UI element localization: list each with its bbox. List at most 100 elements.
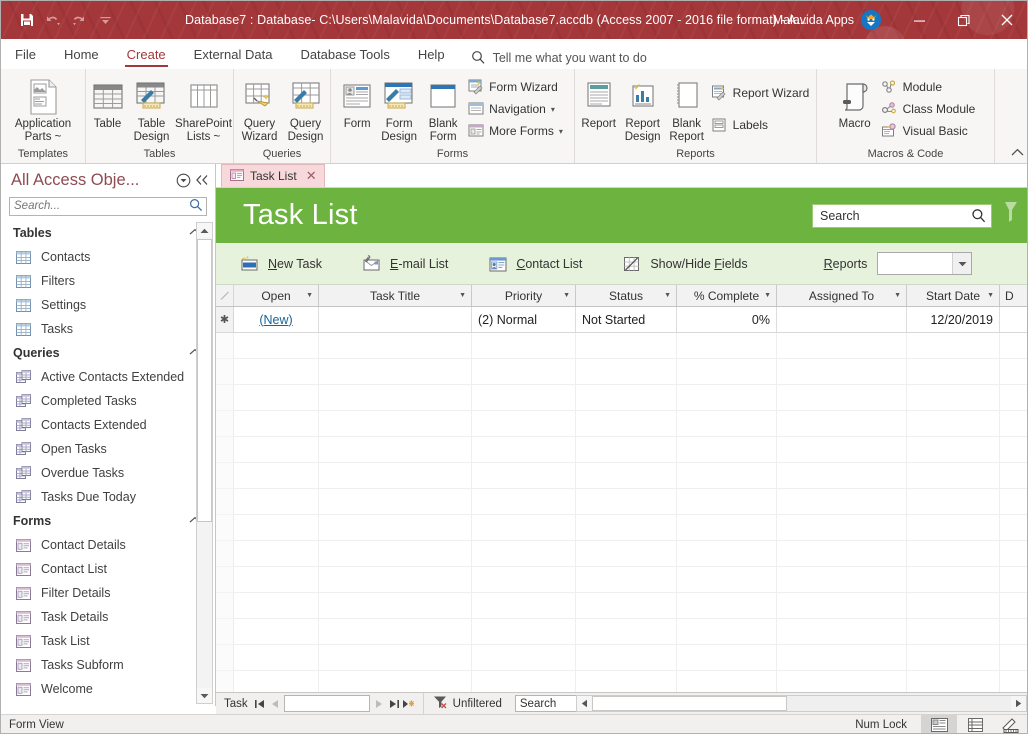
row-selector[interactable] — [216, 463, 234, 489]
chevron-down-icon[interactable]: ▼ — [764, 292, 771, 299]
query-wizard-button[interactable]: Query Wizard — [236, 74, 283, 143]
current-record-input[interactable] — [283, 695, 370, 712]
nav-item-overdue-tasks[interactable]: Overdue Tasks — [1, 461, 215, 485]
first-record-button[interactable] — [252, 699, 267, 709]
datasheet-empty-row[interactable] — [216, 541, 1027, 567]
row-selector[interactable] — [216, 437, 234, 463]
datasheet-empty-row[interactable] — [216, 645, 1027, 671]
table-button[interactable]: Table — [87, 74, 129, 131]
chevron-down-icon[interactable]: ▼ — [987, 292, 994, 299]
row-selector-new[interactable]: ✱ — [216, 307, 234, 332]
datasheet-empty-cell[interactable] — [777, 411, 907, 437]
nav-item-filter-details[interactable]: Filter Details — [1, 581, 215, 605]
datasheet-empty-row[interactable] — [216, 359, 1027, 385]
row-selector[interactable] — [216, 671, 234, 692]
form-view-button[interactable] — [921, 714, 957, 733]
datasheet-empty-cell[interactable] — [777, 463, 907, 489]
datasheet-empty-row[interactable] — [216, 411, 1027, 437]
datasheet-empty-cell[interactable] — [777, 619, 907, 645]
datasheet-empty-cell[interactable] — [472, 333, 576, 359]
datasheet-empty-cell[interactable] — [472, 463, 576, 489]
datasheet-empty-cell[interactable] — [234, 333, 319, 359]
datasheet-empty-cell[interactable] — [677, 463, 777, 489]
datasheet-empty-cell[interactable] — [1000, 463, 1027, 489]
datasheet-empty-row[interactable] — [216, 593, 1027, 619]
datasheet-empty-row[interactable] — [216, 671, 1027, 692]
chevron-down-icon[interactable]: ▼ — [563, 292, 570, 299]
datasheet-empty-cell[interactable] — [677, 411, 777, 437]
datasheet-empty-cell[interactable] — [677, 515, 777, 541]
datasheet-empty-cell[interactable] — [472, 515, 576, 541]
macro-button[interactable]: Macro — [831, 74, 879, 131]
datasheet-empty-cell[interactable] — [1000, 593, 1027, 619]
datasheet-empty-cell[interactable] — [472, 411, 576, 437]
nav-group-forms[interactable]: Forms — [1, 509, 215, 533]
datasheet-empty-cell[interactable] — [319, 567, 472, 593]
scroll-up-icon[interactable] — [197, 223, 212, 238]
datasheet-empty-row[interactable] — [216, 567, 1027, 593]
form-search-box[interactable]: Search — [812, 204, 992, 228]
datasheet-empty-cell[interactable] — [319, 619, 472, 645]
customize-qat-icon[interactable] — [93, 8, 117, 32]
new-record-button[interactable] — [402, 699, 417, 709]
cell-open[interactable]: (New) — [234, 307, 319, 332]
datasheet-empty-cell[interactable] — [472, 541, 576, 567]
chevron-down-icon[interactable]: ▼ — [459, 292, 466, 299]
form-button[interactable]: Form — [337, 74, 377, 131]
datasheet-empty-cell[interactable] — [319, 463, 472, 489]
datasheet-empty-cell[interactable] — [472, 619, 576, 645]
datasheet-empty-cell[interactable] — [1000, 567, 1027, 593]
form-design-button[interactable]: Form Design — [377, 74, 421, 143]
datasheet-empty-cell[interactable] — [234, 645, 319, 671]
datasheet-empty-cell[interactable] — [319, 671, 472, 692]
datasheet-empty-cell[interactable] — [234, 619, 319, 645]
tab-help[interactable]: Help — [404, 43, 459, 68]
column-header-priority[interactable]: Priority ▼ — [472, 285, 576, 306]
nav-item-welcome[interactable]: Welcome — [1, 677, 215, 701]
nav-group-queries[interactable]: Queries — [1, 341, 215, 365]
datasheet-empty-cell[interactable] — [1000, 645, 1027, 671]
tell-me-search[interactable]: Tell me what you want to do — [471, 50, 781, 65]
datasheet-empty-cell[interactable] — [907, 645, 1000, 671]
document-tab-task-list[interactable]: Task List ✕ — [221, 164, 325, 187]
datasheet-empty-cell[interactable] — [234, 671, 319, 692]
table-row[interactable]: ✱ (New) (2) Normal Not Started 0% 12/20/… — [216, 307, 1027, 333]
nav-item-task-list[interactable]: Task List — [1, 629, 215, 653]
datasheet-empty-cell[interactable] — [1000, 333, 1027, 359]
datasheet-empty-cell[interactable] — [576, 411, 677, 437]
datasheet-empty-cell[interactable] — [677, 333, 777, 359]
next-record-button[interactable] — [372, 699, 387, 709]
blank-report-button[interactable]: Blank Report — [665, 74, 709, 143]
column-header-open[interactable]: Open ▼ — [234, 285, 319, 306]
tab-file[interactable]: File — [1, 43, 50, 68]
datasheet-empty-cell[interactable] — [576, 359, 677, 385]
row-selector[interactable] — [216, 333, 234, 359]
datasheet-empty-cell[interactable] — [319, 645, 472, 671]
contact-list-button[interactable]: Contact List — [488, 255, 582, 273]
search-icon[interactable] — [189, 198, 203, 212]
datasheet-empty-cell[interactable] — [319, 489, 472, 515]
cell-start-date[interactable]: 12/20/2019 — [907, 307, 1000, 332]
datasheet-empty-cell[interactable] — [576, 489, 677, 515]
design-view-button[interactable] — [993, 715, 1027, 734]
datasheet-empty-cell[interactable] — [576, 463, 677, 489]
datasheet-empty-cell[interactable] — [677, 671, 777, 692]
datasheet-empty-cell[interactable] — [234, 567, 319, 593]
datasheet-empty-cell[interactable] — [576, 671, 677, 692]
open-record-link[interactable]: (New) — [259, 313, 292, 327]
datasheet-empty-cell[interactable] — [234, 541, 319, 567]
nav-item-tasks-due-today[interactable]: Tasks Due Today — [1, 485, 215, 509]
account-name[interactable]: Malavida Apps — [773, 13, 854, 27]
scrollbar-thumb[interactable] — [197, 239, 212, 522]
datasheet-empty-cell[interactable] — [777, 359, 907, 385]
last-record-button[interactable] — [387, 699, 402, 709]
datasheet-empty-cell[interactable] — [472, 671, 576, 692]
reports-combo[interactable] — [877, 252, 973, 275]
datasheet-empty-cell[interactable] — [777, 333, 907, 359]
datasheet-empty-cell[interactable] — [319, 593, 472, 619]
column-header-task-title[interactable]: Task Title ▼ — [319, 285, 472, 306]
datasheet-empty-cell[interactable] — [907, 463, 1000, 489]
datasheet-empty-cell[interactable] — [677, 489, 777, 515]
navigation-button[interactable]: Navigation ▾ — [465, 98, 568, 120]
nav-item-contacts-extended[interactable]: Contacts Extended — [1, 413, 215, 437]
